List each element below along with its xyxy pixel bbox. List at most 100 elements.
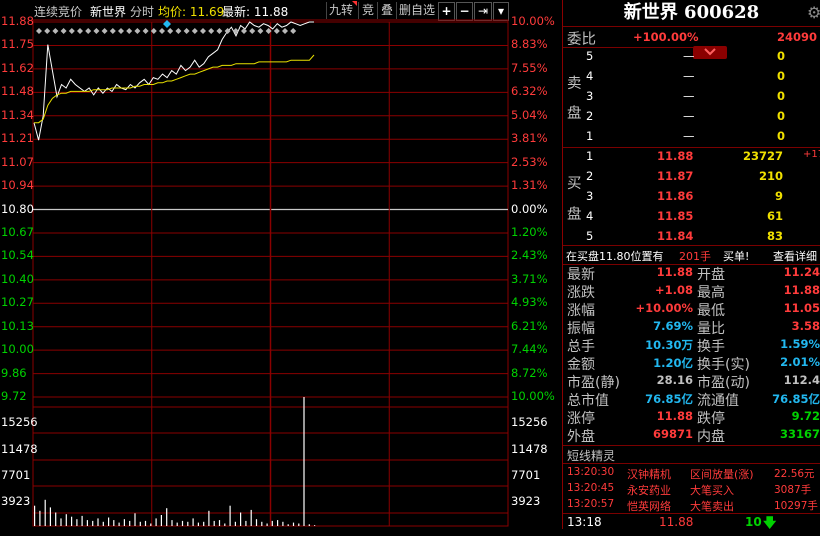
- price-tick-label: 10.54: [1, 248, 34, 263]
- sell-label-1: 卖: [567, 76, 582, 92]
- buy-level: 2: [586, 169, 594, 183]
- sprite-header[interactable]: 短线精灵: [563, 446, 820, 464]
- buy-volume: 23727: [742, 149, 783, 163]
- price-tick-label: 10.00: [1, 342, 34, 357]
- volume-tick-label: 7701: [511, 468, 541, 482]
- price-tick-label: 11.21: [1, 131, 34, 146]
- weibi-label: 委比: [567, 32, 596, 48]
- stat-label: 涨跌: [567, 285, 595, 301]
- stat-label: 开盘: [697, 267, 725, 283]
- buy-label-1: 买: [567, 176, 582, 192]
- volume-tick-label: 7701: [1, 468, 31, 482]
- volume-tick-label: 3923: [511, 494, 541, 508]
- percent-tick-label: 10.00%: [511, 14, 555, 28]
- volume-bar: [144, 520, 147, 526]
- price-tick-label: 10.94: [1, 178, 34, 193]
- sell-level: 1: [586, 129, 594, 143]
- avg-price-line: [34, 54, 315, 124]
- volume-bar: [271, 520, 273, 526]
- buy-volume: 61: [766, 209, 783, 223]
- percent-tick-label: 8.83%: [511, 37, 548, 52]
- volume-tick-label: 11478: [1, 442, 38, 456]
- gear-icon[interactable]: ⚙: [807, 3, 820, 22]
- diamond-marker-icon: [93, 28, 100, 34]
- volume-bar: [150, 523, 152, 526]
- footer-vol: 10: [745, 515, 762, 529]
- position-text: 在买盘11.80位置有: [566, 250, 664, 263]
- stat-value: 69871: [652, 427, 693, 441]
- volume-bar: [308, 524, 310, 526]
- volume-bar: [129, 520, 131, 526]
- diamond-marker-icon: [290, 28, 297, 34]
- stat-label: 换手(实): [697, 357, 750, 373]
- volume-bar: [166, 508, 168, 526]
- diamond-marker-icon: [175, 28, 182, 34]
- intraday-chart-pane[interactable]: 连续竞价 新世界 分时 均价: 11.69 最新: 11.88 九转 竞 叠 删…: [0, 0, 562, 529]
- diamond-marker-icon: [52, 28, 59, 34]
- price-tick-label: 11.75: [1, 37, 34, 52]
- sell-price: —: [683, 69, 695, 83]
- buy-volume: 210: [758, 169, 783, 183]
- diamond-marker-icon: [85, 28, 92, 34]
- price-tick-label: 10.13: [1, 318, 34, 333]
- stat-value: 11.88: [656, 409, 693, 423]
- volume-tick-label: 15256: [511, 415, 548, 429]
- volume-bar: [282, 521, 284, 526]
- stat-label: 换手: [697, 339, 725, 355]
- volume-bar: [203, 521, 205, 526]
- footer-time: 13:18: [567, 515, 602, 529]
- stat-label: 市盈(静): [567, 375, 620, 391]
- sell-level: 5: [586, 49, 594, 63]
- buy-price: 11.88: [657, 149, 694, 163]
- sprite-stock-name: 汉钟精机: [627, 468, 671, 481]
- diamond-marker-icon: [68, 28, 75, 34]
- buy-price: 11.87: [657, 169, 694, 183]
- volume-bar: [39, 510, 41, 526]
- view-detail-link[interactable]: 查看详细: [773, 248, 817, 264]
- volume-bar: [76, 519, 78, 526]
- percent-tick-label: 0.00%: [511, 201, 548, 216]
- buy-level: 5: [586, 229, 594, 243]
- volume-bar: [234, 521, 236, 526]
- stat-label: 涨幅: [567, 303, 595, 319]
- position-alert[interactable]: 在买盘11.80位置有 201手 买单! 查看详细: [563, 246, 820, 265]
- sell-price: —: [683, 109, 695, 123]
- diamond-marker-icon: [241, 28, 247, 34]
- collapse-button[interactable]: [693, 46, 727, 59]
- diamond-marker-icon: [167, 28, 174, 34]
- stat-label: 总市值: [567, 393, 609, 409]
- volume-bar: [181, 520, 184, 526]
- stat-value: 28.16: [656, 373, 693, 387]
- stat-label: 量比: [697, 321, 725, 337]
- percent-tick-label: 6.32%: [511, 84, 548, 99]
- buy-price: 11.86: [657, 189, 694, 203]
- stat-label: 最低: [697, 303, 725, 319]
- quote-panel: 新世界 600628 ⚙ 委比 +100.00% 24090 5—0 4—0 3—0…: [563, 0, 820, 531]
- percent-tick-label: 8.72%: [511, 365, 548, 380]
- diamond-marker-icon: [134, 28, 141, 34]
- stat-value: 1.20亿: [653, 356, 693, 370]
- volume-bar: [187, 521, 189, 526]
- diamond-marker-icon: [60, 28, 67, 34]
- buy-change: +17: [803, 149, 820, 160]
- sell-price: —: [683, 129, 695, 143]
- sell-volume: 0: [777, 129, 786, 143]
- sprite-event: 区间放量(涨): [690, 468, 754, 481]
- sell-level: 4: [586, 69, 594, 83]
- buy-label-2: 盘: [567, 207, 582, 223]
- volume-bar: [108, 517, 110, 526]
- price-line: [33, 21, 314, 141]
- price-tick-label: 10.40: [1, 271, 34, 286]
- volume-bar: [197, 522, 199, 526]
- volume-tick-label: 15256: [1, 415, 38, 429]
- stat-value: +1.08: [654, 283, 693, 297]
- sell-label-2: 盘: [567, 106, 582, 122]
- diamond-marker-icon: [118, 28, 124, 34]
- buy-level: 3: [586, 189, 594, 203]
- price-tick-label: 9.72: [1, 389, 27, 403]
- stat-label: 内盘: [697, 429, 725, 445]
- volume-bar: [113, 520, 115, 526]
- price-tick-label: 11.07: [1, 154, 34, 169]
- position-buy: 买单!: [723, 250, 750, 263]
- intraday-chart[interactable]: [0, 0, 562, 529]
